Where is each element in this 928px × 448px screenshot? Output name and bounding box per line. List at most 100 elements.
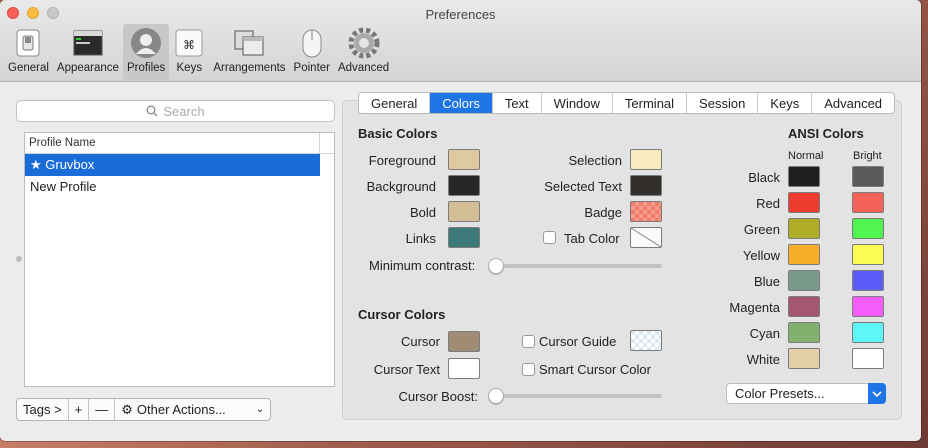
ansi-black-normal-swatch[interactable]	[788, 166, 820, 187]
ansi-cyan-bright-swatch[interactable]	[852, 322, 884, 343]
badge-swatch[interactable]	[630, 201, 662, 222]
toolbar-keys-label: Keys	[176, 62, 203, 74]
toolbar-advanced-label: Advanced	[337, 62, 390, 74]
add-profile-button[interactable]: +	[69, 399, 90, 420]
tab-colors[interactable]: Colors	[430, 93, 493, 113]
ansi-black-label: Black	[748, 170, 780, 185]
cursor-boost-slider[interactable]	[492, 394, 662, 398]
ansi-green-bright-swatch[interactable]	[852, 218, 884, 239]
ansi-magenta-bright-swatch[interactable]	[852, 296, 884, 317]
cursor-colors-heading: Cursor Colors	[358, 307, 446, 322]
selected-text-label: Selected Text	[544, 179, 622, 194]
toolbar-advanced[interactable]: Advanced	[334, 24, 393, 80]
profile-list[interactable]: Profile Name ★ Gruvbox New Profile	[24, 132, 335, 387]
remove-profile-button[interactable]: —	[89, 399, 116, 420]
ansi-magenta-label: Magenta	[729, 300, 780, 315]
bold-swatch[interactable]	[448, 201, 480, 222]
gear-icon	[348, 27, 380, 59]
ansi-green-label: Green	[743, 222, 780, 237]
tab-color-label: Tab Color	[564, 231, 620, 246]
profile-row-gruvbox[interactable]: ★ Gruvbox	[25, 154, 320, 176]
tab-keys[interactable]: Keys	[758, 93, 813, 113]
selection-swatch[interactable]	[630, 149, 662, 170]
chevron-down-icon	[868, 383, 886, 404]
profile-row-new-profile[interactable]: New Profile	[25, 176, 334, 198]
toolbar-general-label: General	[8, 62, 49, 74]
gear-icon: ⚙	[121, 401, 133, 417]
toolbar-keys[interactable]: ⌘ Keys	[169, 24, 209, 80]
cursor-swatch[interactable]	[448, 331, 480, 352]
smart-cursor-label: Smart Cursor Color	[539, 362, 651, 377]
ansi-blue-bright-swatch[interactable]	[852, 270, 884, 291]
toolbar-arrangements-label: Arrangements	[213, 62, 286, 74]
smart-cursor-checkbox[interactable]	[522, 363, 535, 376]
toolbar-pointer[interactable]: Pointer	[290, 24, 334, 80]
tab-advanced[interactable]: Advanced	[812, 93, 894, 113]
keyboard-icon: ⌘	[173, 27, 205, 59]
profile-name-column-header[interactable]: Profile Name	[25, 133, 334, 154]
tab-general[interactable]: General	[359, 93, 431, 113]
tags-button[interactable]: Tags >	[17, 399, 69, 420]
cursor-boost-knob[interactable]	[488, 388, 504, 404]
toolbar-appearance[interactable]: Appearance	[53, 24, 123, 80]
ansi-yellow-bright-swatch[interactable]	[852, 244, 884, 265]
links-swatch[interactable]	[448, 227, 480, 248]
arrangements-icon	[233, 27, 265, 59]
foreground-swatch[interactable]	[448, 149, 480, 170]
links-label: Links	[405, 231, 436, 246]
tab-color-swatch[interactable]	[630, 227, 662, 248]
ansi-red-bright-swatch[interactable]	[852, 192, 884, 213]
other-actions-menu[interactable]: ⚙ Other Actions... ⌄	[115, 399, 270, 420]
min-contrast-slider[interactable]	[492, 264, 662, 268]
ansi-yellow-label: Yellow	[742, 248, 780, 263]
toolbar: General Appearance Profiles ⌘ Keys Arran…	[4, 24, 393, 80]
window-title: Preferences	[425, 7, 496, 22]
search-icon	[146, 105, 158, 117]
titlebar: Preferences General Appearance Profiles	[0, 0, 921, 82]
profiles-pane: Search Profile Name ★ Gruvbox New Profil…	[0, 83, 921, 441]
profile-actions-bar: Tags > + — ⚙ Other Actions... ⌄	[16, 398, 272, 421]
bold-label: Bold	[409, 205, 436, 220]
tab-color-checkbox[interactable]	[543, 231, 556, 244]
ansi-black-bright-swatch[interactable]	[852, 166, 884, 187]
toolbar-profiles[interactable]: Profiles	[122, 24, 170, 80]
cursor-boost-label: Cursor Boost:	[398, 389, 478, 404]
ansi-red-normal-swatch[interactable]	[788, 192, 820, 213]
color-presets-label: Color Presets...	[735, 386, 825, 401]
ansi-white-bright-swatch[interactable]	[852, 348, 884, 369]
profile-tabs: General Colors Text Window Terminal Sess…	[358, 92, 896, 114]
search-input[interactable]: Search	[16, 100, 335, 122]
background-swatch[interactable]	[448, 175, 480, 196]
no-color-icon	[630, 227, 662, 248]
color-presets-dropdown[interactable]: Color Presets...	[726, 383, 886, 404]
tab-terminal[interactable]: Terminal	[613, 93, 688, 113]
ansi-white-label: White	[746, 352, 780, 367]
selected-text-swatch[interactable]	[630, 175, 662, 196]
ansi-blue-normal-swatch[interactable]	[788, 270, 820, 291]
min-contrast-knob[interactable]	[488, 258, 504, 274]
foreground-label: Foreground	[368, 153, 436, 168]
ansi-magenta-normal-swatch[interactable]	[788, 296, 820, 317]
ansi-yellow-normal-swatch[interactable]	[788, 244, 820, 265]
tab-text[interactable]: Text	[493, 93, 542, 113]
bright-column-label: Bright	[853, 150, 882, 162]
cursor-guide-swatch[interactable]	[630, 330, 662, 351]
toolbar-general[interactable]: General	[4, 24, 53, 80]
ansi-green-normal-swatch[interactable]	[788, 218, 820, 239]
toolbar-appearance-label: Appearance	[56, 62, 119, 74]
min-contrast-label: Minimum contrast:	[369, 258, 476, 273]
tab-window[interactable]: Window	[542, 93, 613, 113]
ansi-blue-label: Blue	[753, 274, 780, 289]
switch-icon	[12, 27, 44, 59]
cursor-guide-checkbox[interactable]	[522, 335, 535, 348]
ansi-cyan-normal-swatch[interactable]	[788, 322, 820, 343]
other-actions-label: Other Actions...	[136, 402, 226, 417]
ansi-white-normal-swatch[interactable]	[788, 348, 820, 369]
cursor-text-swatch[interactable]	[448, 358, 480, 379]
toolbar-profiles-label: Profiles	[126, 62, 166, 74]
split-handle[interactable]	[16, 256, 22, 262]
background-label: Background	[366, 179, 436, 194]
tab-session[interactable]: Session	[687, 93, 759, 113]
selection-label: Selection	[568, 153, 622, 168]
toolbar-arrangements[interactable]: Arrangements	[209, 24, 289, 80]
